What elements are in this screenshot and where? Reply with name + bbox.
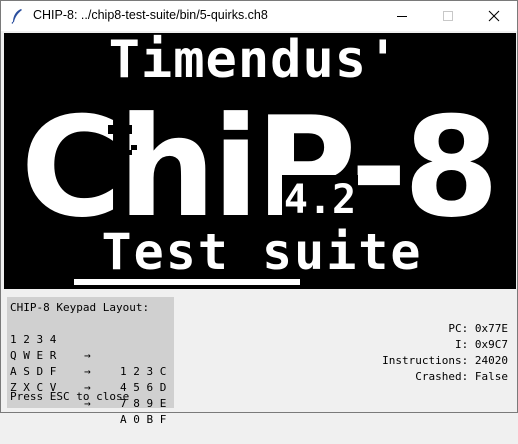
instructions-readout: Instructions: 24020 [382, 353, 508, 369]
minimize-button[interactable] [379, 1, 425, 31]
emulator-window: CHIP-8: ../chip8-test-suite/bin/5-quirks… [0, 0, 518, 426]
title-bar[interactable]: CHIP-8: ../chip8-test-suite/bin/5-quirks… [1, 1, 517, 31]
feather-icon [11, 9, 22, 24]
keypad-title: CHIP-8 Keypad Layout: [10, 301, 150, 314]
maximize-icon [443, 11, 453, 21]
display-subtitle: Test suite [101, 223, 422, 281]
pc-label: PC: [448, 322, 469, 335]
close-icon [488, 10, 500, 22]
close-hint: Press ESC to close [10, 390, 130, 403]
status-panel: PC: 0x77E I: 0x9C7 Instructions: 24020 C… [382, 321, 508, 385]
display-headline: Timendus' [109, 33, 400, 90]
display-version: 4.2 [284, 177, 356, 223]
chip8-keys: A 0 B F [120, 413, 167, 426]
instructions-label: Instructions: [382, 354, 469, 367]
minimize-icon [397, 16, 407, 17]
keypad-row: Z X C V → A 0 B F [10, 364, 174, 426]
keypad-layout-panel: CHIP-8 Keypad Layout: 1 2 3 4 → 1 2 3 C … [7, 297, 174, 426]
instructions-value: 24020 [474, 354, 508, 367]
window-title: CHIP-8: ../chip8-test-suite/bin/5-quirks… [33, 8, 268, 22]
i-readout: I: 0x9C7 [382, 337, 508, 353]
keypad-row: Q W E R → 4 5 6 D [10, 332, 174, 394]
keypad-row: 1 2 3 4 → 1 2 3 C [10, 316, 174, 378]
maximize-button[interactable] [425, 1, 471, 31]
crashed-value: False [474, 370, 508, 383]
i-value: 0x9C7 [474, 338, 508, 351]
close-button[interactable] [471, 1, 517, 31]
display-underline [74, 279, 300, 285]
crashed-label: Crashed: [415, 370, 469, 383]
pc-value: 0x77E [474, 322, 508, 335]
crashed-readout: Crashed: False [382, 369, 508, 385]
chip8-display: Timendus' ChiP-8 4.2 Test suite [4, 33, 516, 289]
pc-readout: PC: 0x77E [382, 321, 508, 337]
keypad-row: A S D F → 7 8 9 E [10, 348, 174, 410]
i-label: I: [455, 338, 469, 351]
